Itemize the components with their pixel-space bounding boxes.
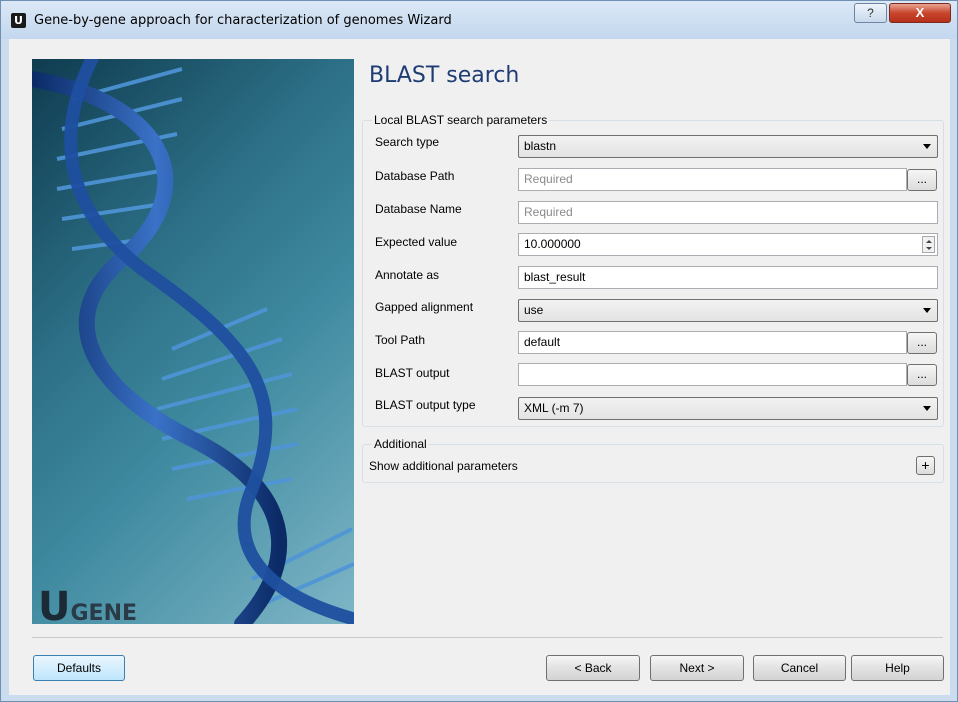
ugene-logo-gene: GENE — [70, 601, 138, 624]
expected-value-spinbox[interactable]: 10.000000 — [518, 233, 938, 256]
search-type-value: blastn — [524, 139, 557, 153]
gapped-alignment-combo[interactable]: use — [518, 299, 938, 322]
search-type-label: Search type — [375, 135, 440, 149]
expected-value-text: 10.000000 — [524, 237, 581, 251]
additional-group-title: Additional — [372, 437, 429, 451]
spinner-arrows-icon[interactable] — [922, 236, 935, 253]
expected-value-label: Expected value — [375, 235, 458, 249]
spin-up-icon[interactable] — [926, 240, 932, 243]
context-help-button[interactable]: ? — [854, 3, 887, 23]
database-path-label: Database Path — [375, 169, 455, 183]
search-type-combo[interactable]: blastn — [518, 135, 938, 158]
annotate-as-input[interactable]: blast_result — [518, 266, 938, 289]
blast-output-type-value: XML (-m 7) — [524, 401, 584, 415]
back-button[interactable]: < Back — [546, 655, 640, 681]
close-window-button[interactable]: X — [889, 3, 951, 23]
spin-down-icon[interactable] — [926, 247, 932, 250]
footer-separator — [32, 637, 943, 638]
blast-output-browse-button[interactable]: ... — [907, 364, 937, 386]
blast-output-input[interactable] — [518, 363, 907, 386]
local-blast-params-group-title: Local BLAST search parameters — [372, 113, 550, 127]
defaults-button[interactable]: Defaults — [33, 655, 125, 681]
dna-helix-banner-image: UGENE — [32, 59, 354, 624]
blast-output-type-combo[interactable]: XML (-m 7) — [518, 397, 938, 420]
expand-plus-icon[interactable]: + — [916, 456, 935, 475]
database-path-browse-button[interactable]: ... — [907, 169, 937, 191]
title-bar: U Gene-by-gene approach for characteriza… — [1, 1, 957, 39]
tool-path-browse-button[interactable]: ... — [907, 332, 937, 354]
wizard-window: U Gene-by-gene approach for characteriza… — [0, 0, 958, 702]
chevron-down-icon — [923, 308, 931, 313]
ugene-app-icon: U — [11, 13, 26, 28]
chevron-down-icon — [923, 406, 931, 411]
help-button[interactable]: Help — [851, 655, 944, 681]
chevron-down-icon — [923, 144, 931, 149]
ugene-logo: UGENE — [38, 584, 137, 624]
next-button[interactable]: Next > — [650, 655, 744, 681]
tool-path-input[interactable]: default — [518, 331, 907, 354]
database-path-input[interactable]: Required — [518, 168, 907, 191]
wizard-client-area: UGENE BLAST search Local BLAST search pa… — [9, 39, 950, 695]
database-name-input[interactable]: Required — [518, 201, 938, 224]
ugene-logo-u: U — [38, 584, 71, 624]
show-additional-parameters-label: Show additional parameters — [369, 459, 518, 473]
window-title: Gene-by-gene approach for characterizati… — [34, 13, 452, 28]
database-name-label: Database Name — [375, 202, 462, 216]
blast-output-label: BLAST output — [375, 366, 450, 380]
blast-output-type-label: BLAST output type — [375, 398, 476, 412]
tool-path-label: Tool Path — [375, 333, 426, 347]
page-title: BLAST search — [369, 63, 520, 88]
dna-helix-illustration — [32, 59, 354, 624]
annotate-as-label: Annotate as — [375, 268, 440, 282]
gapped-alignment-label: Gapped alignment — [375, 300, 474, 314]
cancel-button[interactable]: Cancel — [753, 655, 846, 681]
gapped-alignment-value: use — [524, 303, 544, 317]
